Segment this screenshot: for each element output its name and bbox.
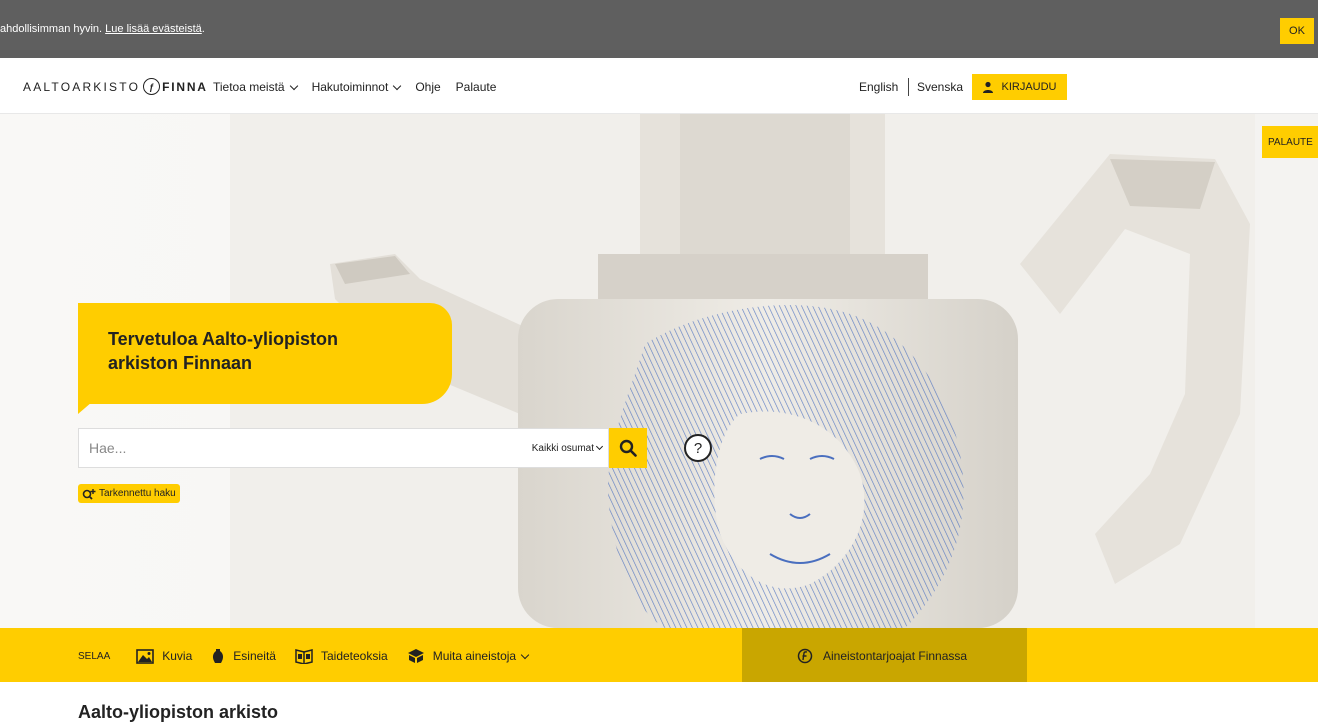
welcome-heading: Tervetuloa Aalto-yliopiston arkiston Fin…	[108, 329, 339, 373]
lang-divider	[908, 78, 909, 96]
nav-feedback[interactable]: Palaute	[456, 80, 497, 94]
section-title: Aalto-yliopiston arkisto	[78, 702, 279, 722]
logo-text-finna: FINNA	[162, 79, 208, 94]
vase-icon	[213, 649, 224, 663]
search-help-button[interactable]: ?	[684, 434, 712, 462]
nav-about[interactable]: Tietoa meistä	[213, 80, 298, 94]
search-icon	[619, 439, 637, 457]
user-icon	[983, 81, 994, 93]
welcome-bubble: Tervetuloa Aalto-yliopiston arkiston Fin…	[78, 303, 452, 404]
lang-english-link[interactable]: English	[859, 80, 898, 94]
search-button[interactable]	[609, 428, 647, 468]
nav-search-tools[interactable]: Hakutoiminnot	[312, 80, 402, 94]
browse-items: SELAA Kuvia Esineitä Taideteoksia Muita …	[78, 648, 547, 664]
site-logo[interactable]: AALTOARKISTO ƒ FINNA	[23, 78, 208, 95]
welcome-bubble-tail	[78, 402, 92, 414]
browse-other[interactable]: Muita aineistoja	[407, 648, 530, 664]
advanced-search-icon	[82, 488, 96, 500]
question-icon: ?	[693, 439, 703, 457]
search-scope-select[interactable]: Kaikki osumat	[532, 443, 608, 454]
lang-swedish-link[interactable]: Svenska	[917, 80, 963, 94]
browse-images[interactable]: Kuvia	[136, 648, 192, 664]
main-nav: Tietoa meistä Hakutoiminnot Ohje Palaute	[213, 80, 511, 94]
browse-artworks[interactable]: Taideteoksia	[295, 648, 388, 664]
cookie-ok-button[interactable]: OK	[1280, 18, 1314, 44]
finna-logo-icon	[797, 648, 813, 664]
chevron-down-icon	[289, 81, 298, 90]
image-icon	[136, 649, 155, 664]
browse-bar: SELAA Kuvia Esineitä Taideteoksia Muita …	[0, 628, 1318, 682]
providers-link[interactable]: Aineistontarjoajat Finnassa	[797, 648, 967, 664]
browse-label: SELAA	[78, 650, 111, 662]
feedback-tab[interactable]: PALAUTE	[1262, 126, 1318, 158]
logo-mark-icon: ƒ	[143, 78, 161, 95]
art-book-icon	[295, 649, 313, 664]
logo-text-archive: AALTOARKISTO	[23, 79, 141, 94]
chevron-down-icon	[595, 442, 604, 451]
chevron-down-icon	[393, 81, 402, 90]
browse-objects[interactable]: Esineitä	[211, 648, 276, 664]
login-button[interactable]: KIRJAUDU	[972, 74, 1067, 100]
search-input[interactable]	[79, 429, 532, 467]
cookie-text: ahdollisimman hyvin. Lue lisää evästeist…	[0, 23, 205, 35]
site-header: AALTOARKISTO ƒ FINNA Tietoa meistä Hakut…	[0, 58, 1318, 114]
cookie-info-link[interactable]: Lue lisää evästeistä	[105, 23, 202, 35]
cookie-banner: ahdollisimman hyvin. Lue lisää evästeist…	[0, 0, 1318, 58]
box-icon	[407, 649, 424, 663]
nav-help[interactable]: Ohje	[415, 80, 440, 94]
chevron-down-icon	[520, 650, 530, 659]
search-box: Kaikki osumat	[78, 428, 609, 468]
advanced-search-link[interactable]: Tarkennettu haku	[78, 484, 180, 503]
